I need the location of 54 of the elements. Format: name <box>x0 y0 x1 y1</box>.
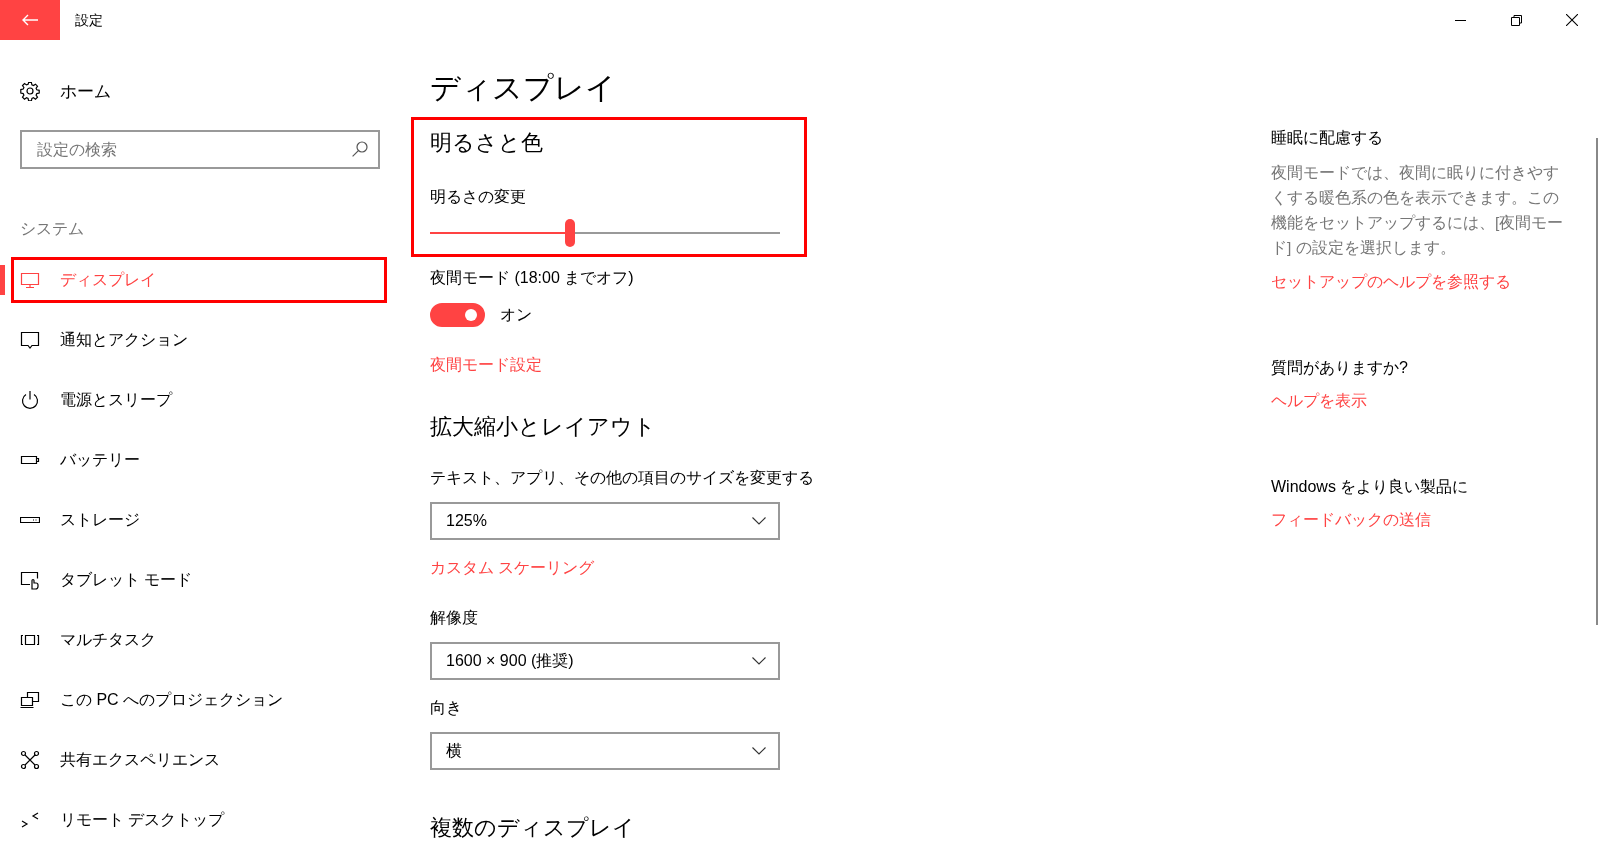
setting-label: テキスト、アプリ、その他の項目のサイズを変更する <box>430 468 814 488</box>
nav-item[interactable]: ディスプレイ <box>0 250 400 310</box>
minimize-icon <box>1454 19 1466 21</box>
related-heading: Windows をより良い製品に <box>1271 477 1469 497</box>
gear-icon <box>20 81 40 101</box>
power-icon <box>20 390 40 410</box>
slider-label: 明るさの変更 <box>430 187 526 207</box>
related-link[interactable]: ヘルプを表示 <box>1271 389 1367 413</box>
nav-item[interactable]: ストレージ <box>0 490 400 550</box>
setting-label: 解像度 <box>430 608 478 628</box>
nav-item[interactable]: バッテリー <box>0 430 400 490</box>
related-link[interactable]: フィードバックの送信 <box>1271 508 1431 532</box>
related-heading: 質問がありますか? <box>1271 358 1408 378</box>
section-heading: 拡大縮小とレイアウト <box>430 413 656 441</box>
description-text: 夜間モードでは、夜間に眠りに付きやすくする暖色系の色を表示できます。この機能をセットアップするには、[夜間モード] の設定を選択します。 <box>1271 163 1565 258</box>
chevron-down-icon <box>752 747 766 755</box>
back-arrow-icon <box>22 14 38 26</box>
scrollbar[interactable] <box>1596 138 1598 625</box>
window-title: 設定 <box>75 11 103 30</box>
home-link[interactable]: ホーム <box>20 71 111 111</box>
related-heading: 睡眠に配慮する <box>1271 128 1383 148</box>
nav-item[interactable]: マルチタスク <box>0 610 400 670</box>
close-icon <box>1566 14 1578 26</box>
dropdown[interactable]: 125% <box>430 502 780 540</box>
nav-item[interactable]: この PC へのプロジェクション <box>0 670 400 730</box>
monitor-icon <box>20 270 40 290</box>
section-label: システム <box>20 219 84 239</box>
settings-link[interactable]: 夜間モード設定 <box>430 353 542 377</box>
setting-label: 夜間モード (18:00 までオフ) <box>430 268 634 288</box>
setting-label: 向き <box>430 698 462 718</box>
dropdown[interactable]: 1600 × 900 (推奨) <box>430 642 780 680</box>
selection-bar <box>0 265 5 295</box>
toggle-state-text: オン <box>500 305 532 325</box>
speech-bubble-icon <box>20 330 40 350</box>
monitors-icon <box>20 690 40 710</box>
slider-thumb[interactable] <box>565 219 575 247</box>
chevrons-icon <box>20 810 40 830</box>
chevron-down-icon <box>752 517 766 525</box>
tablet-hand-icon <box>20 570 40 590</box>
section-heading: 明るさと色 <box>430 129 543 157</box>
chevron-down-icon <box>752 657 766 665</box>
nav-item[interactable]: リモート デスクトップ <box>0 790 400 850</box>
nav-item[interactable]: 通知とアクション <box>0 310 400 370</box>
toggle-switch[interactable] <box>430 303 485 327</box>
nav-item[interactable]: 共有エクスペリエンス <box>0 730 400 790</box>
network-icon <box>20 750 40 770</box>
nav-item[interactable]: 電源とスリープ <box>0 370 400 430</box>
dropdown[interactable]: 横 <box>430 732 780 770</box>
search-icon <box>352 141 368 157</box>
restore-icon <box>1510 14 1522 26</box>
nav-item[interactable]: タブレット モード <box>0 550 400 610</box>
page-title: ディスプレイ <box>430 70 616 106</box>
search-field[interactable]: 設定の検索 <box>20 130 380 169</box>
section-heading: 複数のディスプレイ <box>430 814 635 842</box>
